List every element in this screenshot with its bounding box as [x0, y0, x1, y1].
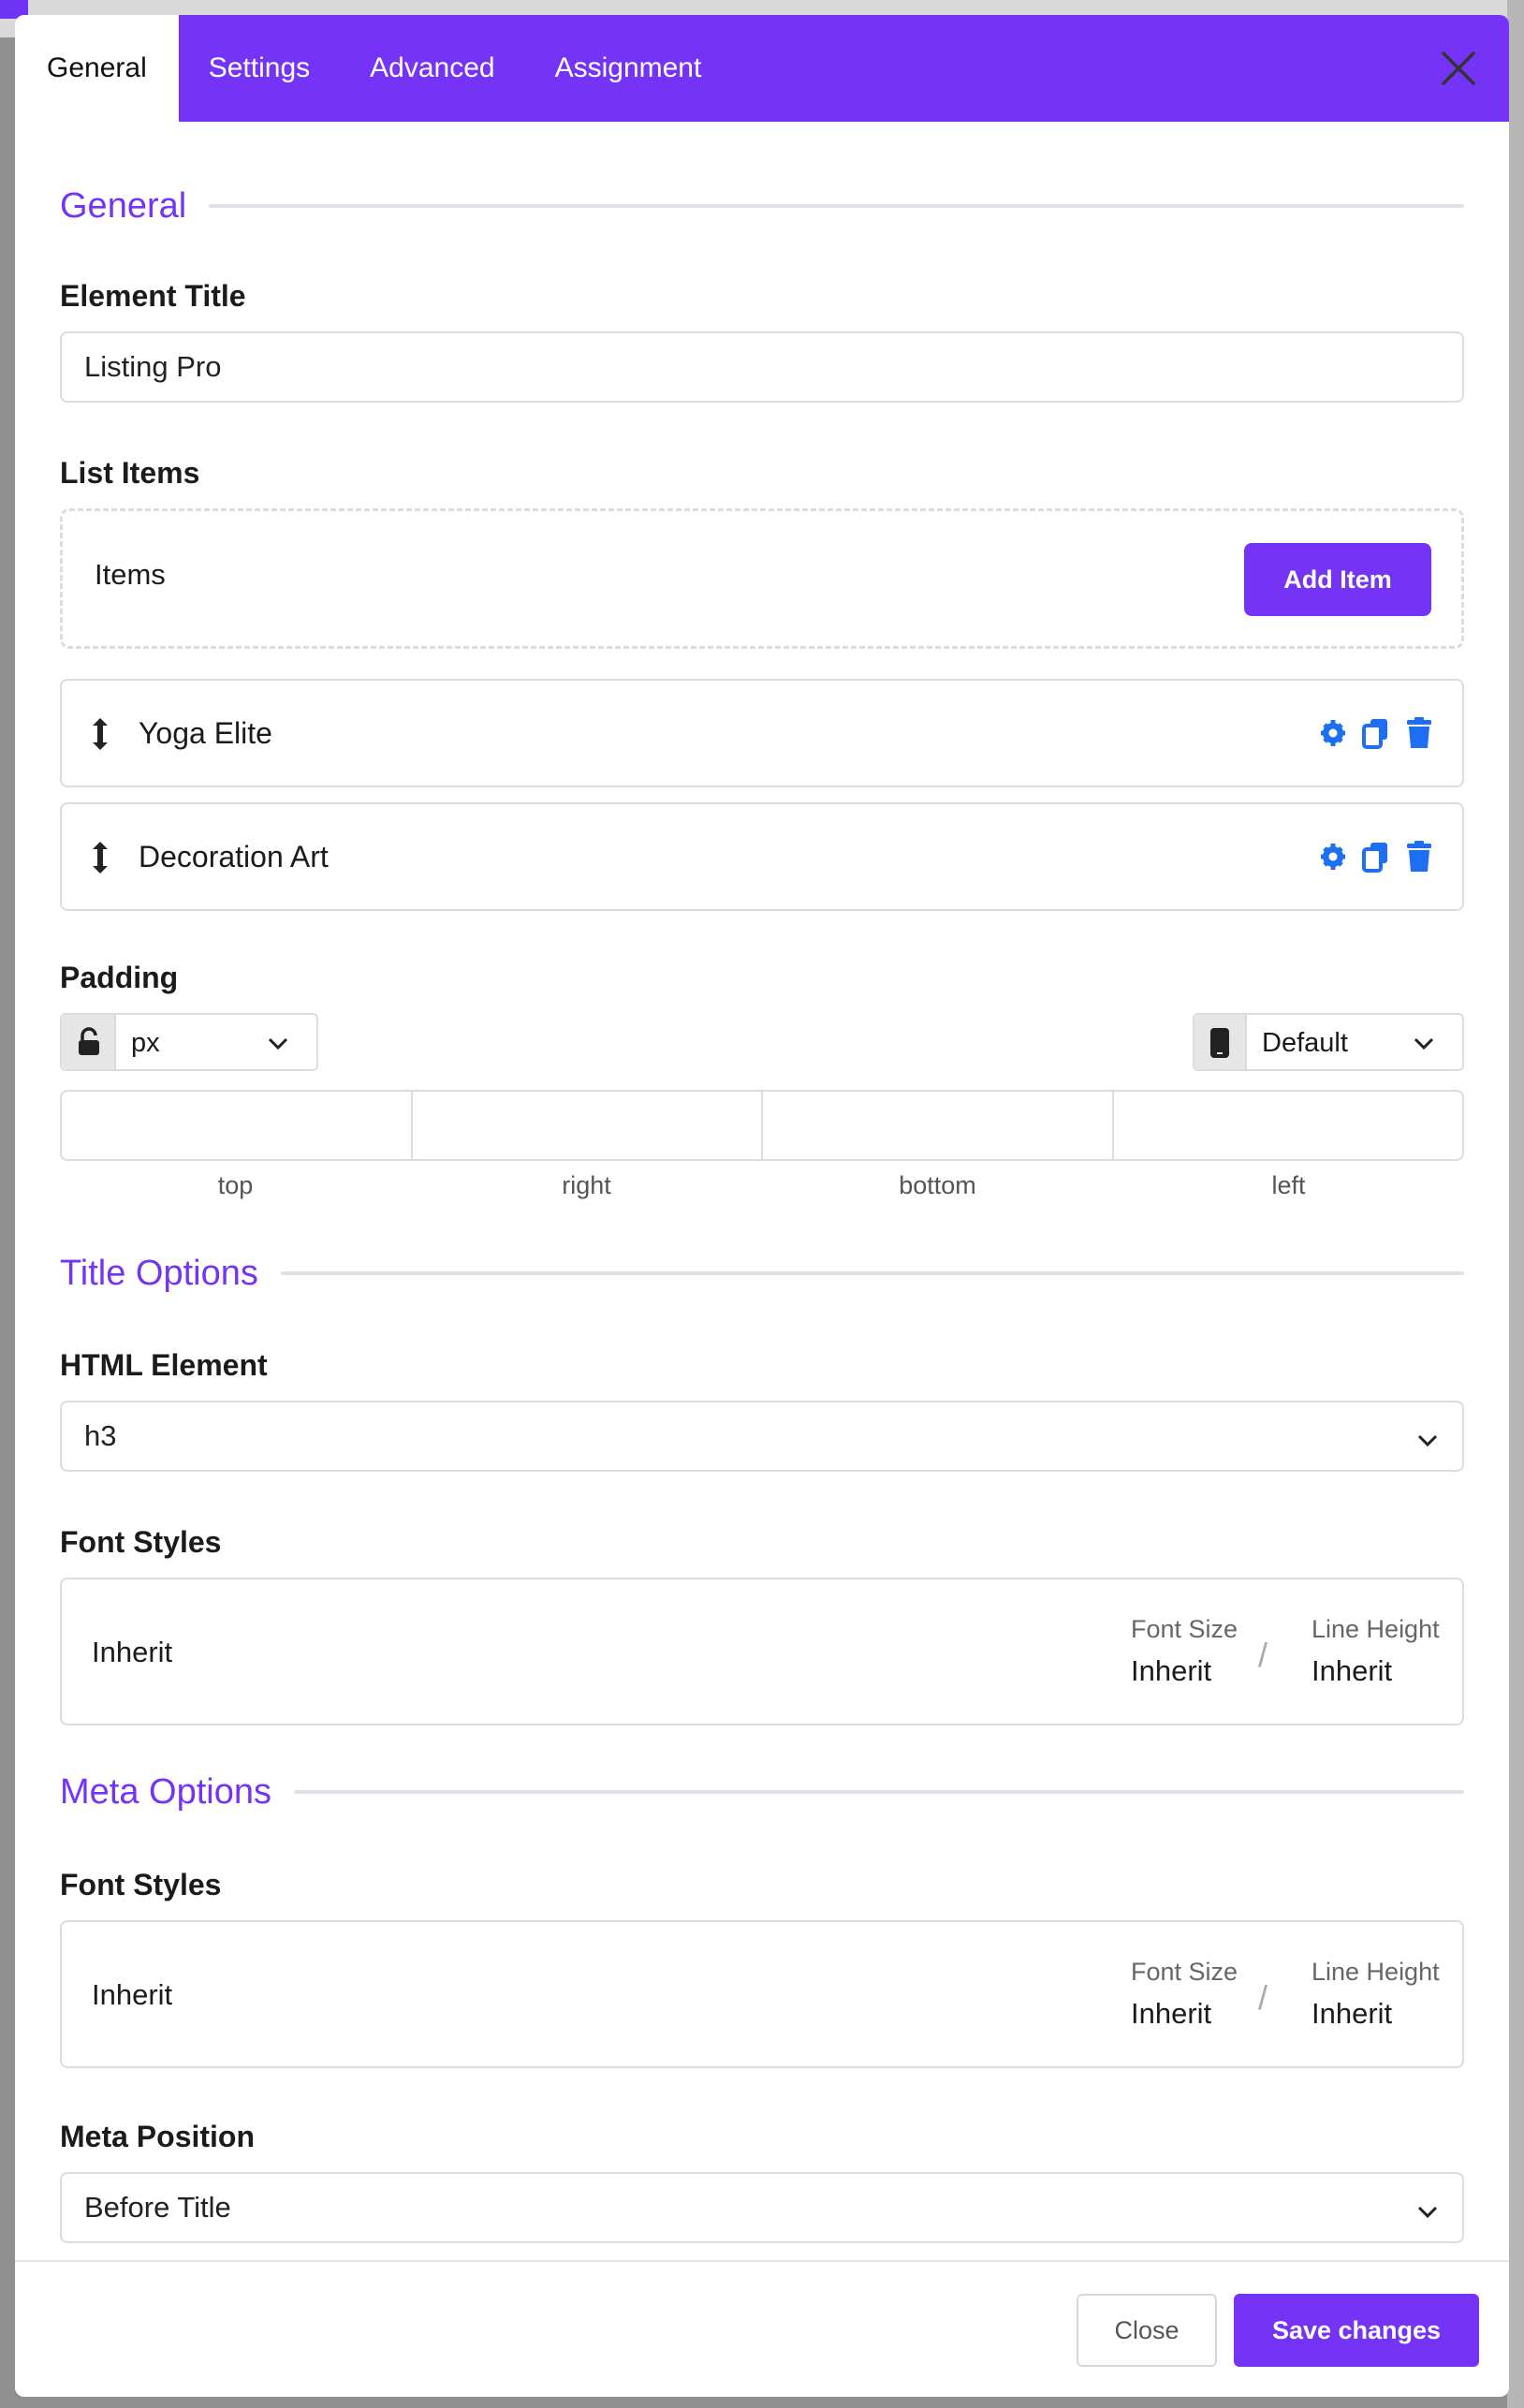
mobile-device-icon: [1194, 1015, 1247, 1069]
section-divider: [280, 1271, 1464, 1275]
section-title: General: [60, 185, 187, 226]
padding-right-label: right: [562, 1171, 611, 1199]
list-item: Yoga Elite: [60, 679, 1464, 787]
section-title: Title Options: [60, 1253, 258, 1293]
html-element-value: h3: [84, 1419, 117, 1452]
tab-settings[interactable]: Settings: [179, 15, 340, 122]
trash-icon[interactable]: [1404, 716, 1434, 750]
separator: /: [1258, 1978, 1268, 2017]
drag-handle-icon[interactable]: [88, 840, 112, 875]
padding-left-input[interactable]: [1114, 1092, 1463, 1159]
padding-left-label: left: [1271, 1171, 1306, 1199]
trash-icon[interactable]: [1404, 840, 1434, 874]
list-item: Decoration Art: [60, 802, 1464, 911]
modal-footer: Close Save changes: [15, 2260, 1509, 2397]
meta-font-styles-label: Font Styles: [60, 1868, 222, 1901]
drag-handle-icon[interactable]: [88, 716, 112, 752]
font-size-label: Font Size: [1131, 1615, 1238, 1643]
chevron-down-icon: [266, 1031, 290, 1055]
line-height-value: Inherit: [1312, 1654, 1393, 1687]
padding-bottom-label: bottom: [899, 1171, 976, 1199]
padding-top-input[interactable]: [62, 1092, 413, 1159]
items-label: Items: [95, 558, 166, 591]
copy-icon[interactable]: [1361, 840, 1391, 874]
section-general: General: [60, 178, 1464, 234]
padding-side-labels: top right bottom left: [60, 1171, 1464, 1200]
background-page-edge: [1507, 0, 1524, 2408]
chevron-down-icon: [1415, 1426, 1440, 1450]
html-element-label: HTML Element: [60, 1348, 268, 1382]
save-changes-button[interactable]: Save changes: [1234, 2294, 1479, 2367]
list-item-actions: [1318, 716, 1434, 750]
tab-advanced[interactable]: Advanced: [340, 15, 524, 122]
section-divider: [209, 204, 1464, 208]
padding-top-label: top: [217, 1171, 254, 1199]
chevron-down-icon: [1412, 1031, 1436, 1055]
font-size-label: Font Size: [1131, 1958, 1238, 1986]
html-element-select[interactable]: h3: [60, 1401, 1464, 1472]
section-meta-options: Meta Options: [60, 1764, 1464, 1820]
padding-unit-value: px: [131, 1028, 160, 1058]
section-title: Meta Options: [60, 1771, 271, 1812]
gear-icon[interactable]: [1318, 840, 1348, 874]
element-title-label: Element Title: [60, 279, 246, 313]
list-item-name: Decoration Art: [139, 840, 329, 874]
meta-position-select[interactable]: Before Title: [60, 2172, 1464, 2243]
padding-inputs: [60, 1090, 1464, 1161]
element-settings-modal: General Settings Advanced Assignment Gen…: [15, 15, 1509, 2397]
padding-label: Padding: [60, 961, 179, 994]
section-title-options: Title Options: [60, 1245, 1464, 1301]
list-item-actions: [1318, 840, 1434, 874]
line-height-label: Line Height: [1312, 1958, 1440, 1986]
unlock-icon[interactable]: [62, 1015, 116, 1069]
font-family-value: Inherit: [92, 1978, 173, 2011]
line-height-value: Inherit: [1312, 1997, 1393, 2030]
copy-icon[interactable]: [1361, 716, 1391, 750]
tab-general[interactable]: General: [15, 15, 179, 122]
chevron-down-icon: [1415, 2197, 1440, 2222]
separator: /: [1258, 1636, 1268, 1674]
padding-bottom-input[interactable]: [763, 1092, 1114, 1159]
add-item-button[interactable]: Add Item: [1244, 543, 1431, 616]
title-font-styles-label: Font Styles: [60, 1525, 222, 1559]
meta-font-styles-box[interactable]: Inherit Font Size Inherit / Line Height …: [60, 1920, 1464, 2068]
gear-icon[interactable]: [1318, 716, 1348, 750]
close-icon[interactable]: [1440, 50, 1477, 87]
meta-position-value: Before Title: [84, 2191, 231, 2224]
font-family-value: Inherit: [92, 1636, 173, 1668]
title-font-styles-box[interactable]: Inherit Font Size Inherit / Line Height …: [60, 1578, 1464, 1725]
close-button[interactable]: Close: [1077, 2294, 1217, 2367]
font-size-value: Inherit: [1131, 1654, 1212, 1687]
meta-position-label: Meta Position: [60, 2120, 256, 2153]
section-divider: [294, 1790, 1464, 1794]
padding-device-select[interactable]: Default: [1193, 1013, 1464, 1071]
padding-device-value: Default: [1262, 1028, 1348, 1058]
padding-unit-select[interactable]: px: [60, 1013, 318, 1071]
element-title-input[interactable]: Listing Pro: [60, 331, 1464, 403]
list-item-name: Yoga Elite: [139, 716, 272, 750]
items-header-box: Items Add Item: [60, 508, 1464, 649]
font-size-value: Inherit: [1131, 1997, 1212, 2030]
padding-right-input[interactable]: [413, 1092, 763, 1159]
modal-tab-bar: General Settings Advanced Assignment: [15, 15, 1509, 122]
tab-assignment[interactable]: Assignment: [525, 15, 732, 122]
list-items-label: List Items: [60, 456, 200, 490]
line-height-label: Line Height: [1312, 1615, 1440, 1643]
